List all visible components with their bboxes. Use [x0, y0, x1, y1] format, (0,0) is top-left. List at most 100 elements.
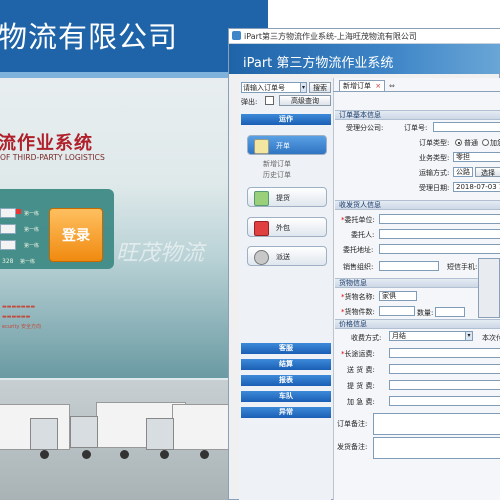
background-window-edge [478, 258, 500, 318]
long-freight-input[interactable] [389, 348, 500, 358]
order-type-normal-radio[interactable] [455, 139, 462, 146]
truck-cab [146, 418, 174, 450]
tab-divider [333, 91, 500, 92]
goods-count-label-text: 货物件数: [344, 308, 375, 316]
note-line: ▬▬▬▬▬▬ [2, 314, 31, 320]
nav-section-settlement[interactable]: 结算 [241, 359, 331, 370]
sidebar-item-outsource[interactable]: 外包 [247, 217, 327, 237]
section-goods: 货物信息 [335, 278, 500, 288]
nav-section-operation[interactable]: 运作 [241, 114, 331, 125]
field-number: 328 [2, 258, 14, 265]
sidebar-item-delivery[interactable]: 派送 [247, 246, 327, 266]
ship-note-label: 发货备注: [337, 443, 368, 451]
client-input[interactable] [379, 229, 500, 239]
client-unit-label-text: 委托单位: [344, 216, 375, 224]
note-line: ▬▬▬▬▬▬▬ [2, 304, 36, 310]
delivery-fee-input[interactable] [389, 364, 500, 374]
order-no-label: 订单号: [404, 124, 428, 132]
wheel [120, 450, 129, 459]
payment-label: 收费方式: [351, 334, 382, 342]
order-type-urgent-label: 加急 [490, 139, 500, 147]
truck-cab [70, 416, 98, 448]
login-button[interactable]: 登录 [49, 208, 103, 262]
username-field[interactable] [0, 208, 16, 218]
goods-count-input[interactable] [379, 306, 415, 316]
tab-label: 新增订单 [343, 82, 371, 90]
order-no-input[interactable] [433, 122, 500, 132]
ship-note-textarea[interactable] [373, 437, 500, 459]
window-title: iPart第三方物流作业系统-上海旺茂物流有限公司 [244, 32, 417, 41]
password-field[interactable] [0, 224, 16, 234]
tab-new-order[interactable]: 新增订单 × [339, 80, 385, 91]
security-note: ecurity 安全方向 [2, 324, 41, 330]
long-freight-label: *长途运费: [341, 349, 375, 359]
sidebar-item-billing[interactable]: 开单 [247, 135, 327, 155]
goods-count-label: *货物件数: [341, 307, 375, 317]
sidebar-item-pickup[interactable]: 提货 [247, 187, 327, 207]
advanced-search-button[interactable]: 高级查询 [279, 95, 331, 106]
sms-mobile-label: 短信手机: [447, 263, 478, 271]
order-type-label: 订单类型: [419, 139, 450, 147]
system-title: 流作业系统 [0, 133, 93, 154]
field-hint: 第一练 [24, 227, 40, 233]
wheel [40, 450, 49, 459]
urgent-fee-input[interactable] [389, 396, 500, 406]
order-note-textarea[interactable] [373, 413, 500, 435]
chevron-down-icon[interactable]: ▾ [300, 82, 307, 93]
delivery-icon [254, 250, 269, 265]
wheel [82, 450, 91, 459]
quantity-input[interactable] [435, 307, 465, 317]
search-button[interactable]: 搜索 [309, 82, 331, 93]
nav-section-exception[interactable]: 异常 [241, 407, 331, 418]
field-hint: 第一练 [24, 243, 40, 249]
nav-section-fleet[interactable]: 车队 [241, 391, 331, 402]
watermark: 旺茂物流 [116, 241, 205, 266]
company-title: 物流有限公司 [0, 20, 179, 54]
nav-section-service[interactable]: 客服 [241, 343, 331, 354]
field-hint: 第一练 [20, 259, 36, 265]
sales-org-input[interactable] [379, 261, 439, 271]
pickup-fee-input[interactable] [389, 380, 500, 390]
goods-name-label: *货物名称: [341, 292, 375, 302]
dollar-note-icon [254, 191, 269, 206]
quantity-label: 数量: [417, 309, 434, 317]
order-type-urgent-radio[interactable] [482, 139, 489, 146]
client-unit-label: *委托单位: [341, 215, 375, 225]
chevron-down-icon[interactable]: ▾ [465, 331, 473, 341]
window-titlebar: iPart第三方物流作业系统-上海旺茂物流有限公司 [229, 29, 500, 44]
sublink-new-order[interactable]: 新增订单 [263, 159, 291, 169]
order-search-select[interactable]: 请输入订单号 [241, 82, 307, 93]
notepad-pen-icon [254, 139, 269, 154]
goods-name-input[interactable]: 家俱 [379, 291, 417, 301]
business-type-label: 业务类型: [419, 154, 450, 162]
popup-checkbox[interactable] [265, 96, 274, 105]
lock-icon [254, 221, 269, 236]
date-label: 受理日期: [419, 184, 450, 192]
section-order-basic: 订单基本信息 [335, 110, 500, 120]
client-address-label: 委托地址: [343, 246, 374, 254]
long-freight-label-text: 长途运费: [344, 350, 375, 358]
sidebar-item-label: 开单 [276, 142, 290, 150]
client-unit-input[interactable] [379, 214, 500, 224]
close-icon[interactable]: × [375, 82, 381, 90]
sidebar-item-label: 派送 [276, 253, 290, 261]
section-shipper: 收发货人信息 [335, 200, 500, 210]
code-field[interactable] [0, 240, 16, 250]
nav-section-report[interactable]: 报表 [241, 375, 331, 386]
business-type-input[interactable]: 零担 [453, 152, 500, 162]
tab-scroll-icon[interactable]: ⇔ [389, 82, 395, 90]
app-title: iPart 第三方物流作业系统 [243, 56, 394, 71]
transport-choose-button[interactable]: 选择 [475, 167, 500, 177]
order-search-select-value: 请输入订单号 [243, 84, 285, 92]
field-hint: 第一练 [24, 211, 40, 217]
goods-name-label-text: 货物名称: [344, 293, 375, 301]
sublink-history-order[interactable]: 历史订单 [263, 170, 291, 180]
payment-select[interactable]: 月结 [389, 331, 473, 341]
date-input[interactable]: 2018-07-03 15 [453, 182, 500, 192]
client-address-input[interactable] [379, 244, 500, 254]
sidebar-item-label: 外包 [276, 224, 290, 232]
popup-label: 弹出: [241, 98, 258, 106]
urgent-fee-label: 加 急 费: [347, 398, 375, 406]
order-type-normal-label: 普通 [464, 139, 478, 147]
transport-select[interactable]: 公路 [453, 167, 473, 177]
